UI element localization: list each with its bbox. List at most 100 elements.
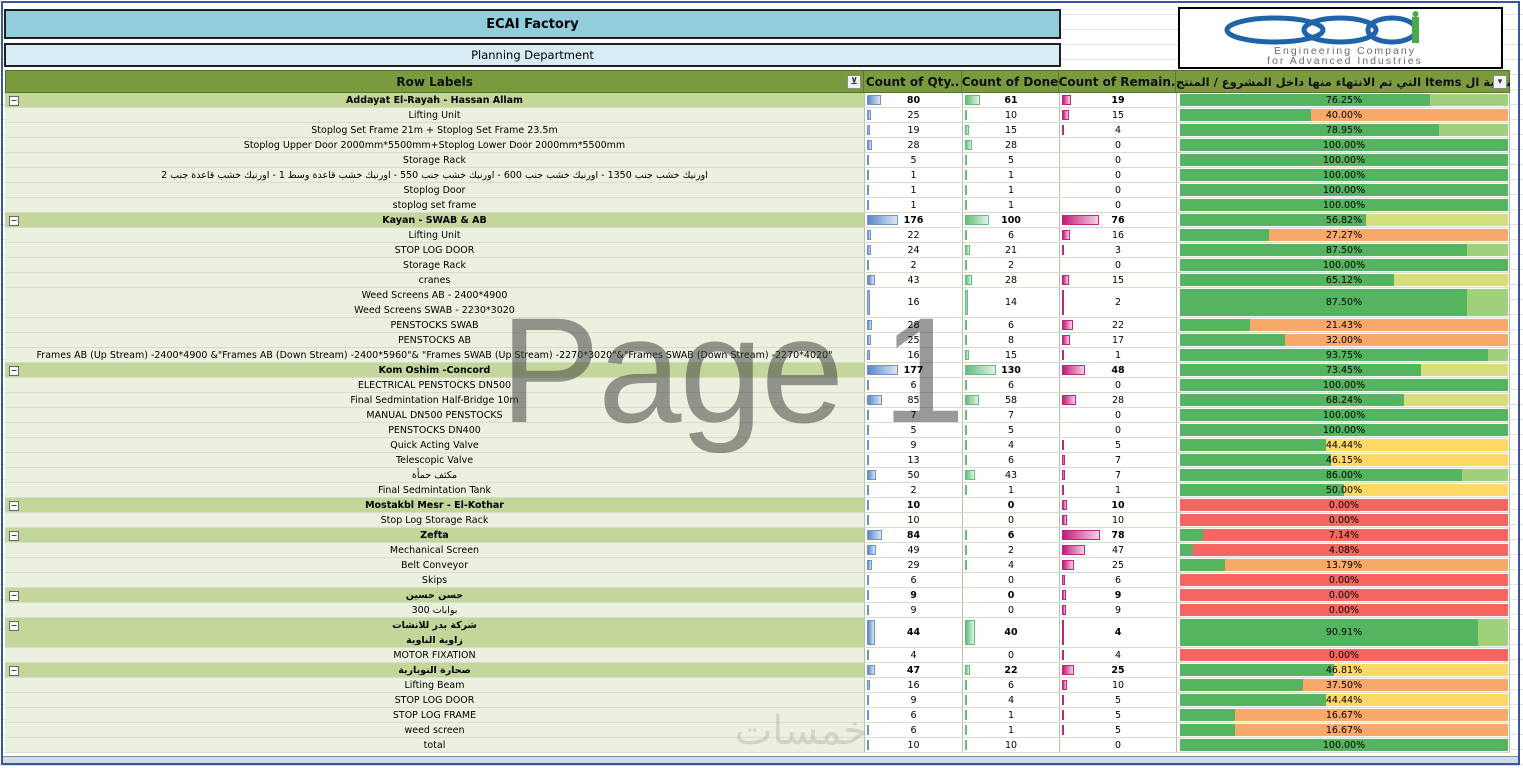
remain-cell[interactable]: 5 [1060, 723, 1177, 737]
done-cell[interactable]: 40 [963, 618, 1060, 647]
qty-cell[interactable]: 6 [865, 723, 963, 737]
qty-cell[interactable]: 2 [865, 483, 963, 497]
remain-cell[interactable]: 7 [1060, 468, 1177, 482]
done-cell[interactable]: 8 [963, 333, 1060, 347]
percent-cell[interactable]: 0.00% [1179, 498, 1510, 512]
percent-cell[interactable]: 86.00% [1179, 468, 1510, 482]
percent-cell[interactable]: 90.91% [1179, 618, 1510, 647]
remain-cell[interactable]: 5 [1060, 693, 1177, 707]
remain-cell[interactable]: 25 [1060, 663, 1177, 677]
table-row[interactable]: Storage Rack 2 2 0 100.00% [5, 258, 1510, 273]
percent-cell[interactable]: 50.00% [1179, 483, 1510, 497]
table-row[interactable]: Telescopic Valve 13 6 7 46.15% [5, 453, 1510, 468]
qty-cell[interactable]: 13 [865, 453, 963, 467]
row-label-cell[interactable]: Stoplog Door [5, 183, 865, 197]
done-cell[interactable]: 61 [963, 93, 1060, 107]
row-label-cell[interactable]: − شركة بدر للانشات زاوية الناوية [5, 618, 865, 647]
table-row[interactable]: weed screen 6 1 5 16.67% [5, 723, 1510, 738]
table-row[interactable]: ELECTRICAL PENSTOCKS DN500 6 6 0 100.00% [5, 378, 1510, 393]
percent-cell[interactable]: 100.00% [1179, 153, 1510, 167]
qty-cell[interactable]: 1 [865, 183, 963, 197]
done-cell[interactable]: 43 [963, 468, 1060, 482]
done-cell[interactable]: 6 [963, 678, 1060, 692]
percent-cell[interactable]: 44.44% [1179, 693, 1510, 707]
percent-cell[interactable]: 100.00% [1179, 258, 1510, 272]
qty-cell[interactable]: 7 [865, 408, 963, 422]
remain-cell[interactable]: 4 [1060, 648, 1177, 662]
group-row[interactable]: − Kom Oshim -Concord 177 130 48 73.45% [5, 363, 1510, 378]
collapse-icon[interactable]: − [9, 366, 19, 376]
qty-cell[interactable]: 10 [865, 738, 963, 752]
qty-cell[interactable]: 4 [865, 648, 963, 662]
done-cell[interactable]: 5 [963, 153, 1060, 167]
done-cell[interactable]: 6 [963, 318, 1060, 332]
qty-cell[interactable]: 9 [865, 603, 963, 617]
row-label-cell[interactable]: MANUAL DN500 PENSTOCKS [5, 408, 865, 422]
row-label-cell[interactable]: Belt Conveyor [5, 558, 865, 572]
qty-cell[interactable]: 50 [865, 468, 963, 482]
row-label-cell[interactable]: − Zefta [5, 528, 865, 542]
row-label-cell[interactable]: − Addayat El-Rayah - Hassan Allam [5, 93, 865, 107]
header-done[interactable]: Count of Done [962, 71, 1059, 92]
qty-cell[interactable]: 2 [865, 258, 963, 272]
done-cell[interactable]: 6 [963, 378, 1060, 392]
percent-cell[interactable]: 16.67% [1179, 723, 1510, 737]
percent-cell[interactable]: 40.00% [1179, 108, 1510, 122]
table-row[interactable]: Skips 6 0 6 0.00% [5, 573, 1510, 588]
done-cell[interactable]: 0 [963, 648, 1060, 662]
remain-cell[interactable]: 0 [1060, 378, 1177, 392]
qty-cell[interactable]: 10 [865, 498, 963, 512]
header-qty[interactable]: Count of Qty.. [864, 71, 962, 92]
remain-cell[interactable]: 48 [1060, 363, 1177, 377]
done-cell[interactable]: 1 [963, 723, 1060, 737]
percent-cell[interactable]: 73.45% [1179, 363, 1510, 377]
percent-cell[interactable]: 100.00% [1179, 408, 1510, 422]
group-row[interactable]: − صحارة النوبارية 47 22 25 46.81% [5, 663, 1510, 678]
percent-cell[interactable]: 0.00% [1179, 588, 1510, 602]
row-label-cell[interactable]: اورنيك خشب جنب 1350 - اورنيك خشب جنب 600… [5, 168, 865, 182]
group-row[interactable]: − Kayan - SWAB & AB 176 100 76 56.82% [5, 213, 1510, 228]
table-row[interactable]: Quick Acting Valve 9 4 5 44.44% [5, 438, 1510, 453]
table-row[interactable]: Lifting Unit 25 10 15 40.00% [5, 108, 1510, 123]
remain-cell[interactable]: 0 [1060, 738, 1177, 752]
row-label-cell[interactable]: Stop Log Storage Rack [5, 513, 865, 527]
collapse-icon[interactable]: − [9, 621, 19, 631]
row-label-cell[interactable]: Final Sedmintation Tank [5, 483, 865, 497]
percent-cell[interactable]: 44.44% [1179, 438, 1510, 452]
percent-cell[interactable]: 7.14% [1179, 528, 1510, 542]
row-label-cell[interactable]: STOP LOG FRAME [5, 708, 865, 722]
remain-cell[interactable]: 0 [1060, 198, 1177, 212]
remain-cell[interactable]: 4 [1060, 618, 1177, 647]
done-cell[interactable]: 14 [963, 288, 1060, 317]
table-row[interactable]: اورنيك خشب جنب 1350 - اورنيك خشب جنب 600… [5, 168, 1510, 183]
qty-cell[interactable]: 85 [865, 393, 963, 407]
qty-cell[interactable]: 1 [865, 168, 963, 182]
collapse-icon[interactable]: − [9, 531, 19, 541]
remain-cell[interactable]: 2 [1060, 288, 1177, 317]
row-label-cell[interactable]: STOP LOG DOOR [5, 693, 865, 707]
qty-cell[interactable]: 80 [865, 93, 963, 107]
remain-cell[interactable]: 17 [1060, 333, 1177, 347]
table-row[interactable]: MOTOR FIXATION 4 0 4 0.00% [5, 648, 1510, 663]
qty-cell[interactable]: 6 [865, 378, 963, 392]
remain-cell[interactable]: 10 [1060, 513, 1177, 527]
table-row[interactable]: total 10 10 0 100.00% [5, 738, 1510, 753]
qty-cell[interactable]: 25 [865, 333, 963, 347]
qty-cell[interactable]: 28 [865, 318, 963, 332]
done-cell[interactable]: 28 [963, 273, 1060, 287]
row-label-cell[interactable]: ELECTRICAL PENSTOCKS DN500 [5, 378, 865, 392]
done-cell[interactable]: 0 [963, 513, 1060, 527]
qty-cell[interactable]: 84 [865, 528, 963, 542]
done-cell[interactable]: 0 [963, 498, 1060, 512]
percent-cell[interactable]: 0.00% [1179, 573, 1510, 587]
row-label-cell[interactable]: PENSTOCKS SWAB [5, 318, 865, 332]
table-row[interactable]: cranes 43 28 15 65.12% [5, 273, 1510, 288]
done-cell[interactable]: 0 [963, 573, 1060, 587]
table-row[interactable]: STOP LOG DOOR 24 21 3 87.50% [5, 243, 1510, 258]
percent-cell[interactable]: 76.25% [1179, 93, 1510, 107]
remain-cell[interactable]: 28 [1060, 393, 1177, 407]
row-label-cell[interactable]: MOTOR FIXATION [5, 648, 865, 662]
done-cell[interactable]: 2 [963, 543, 1060, 557]
remain-cell[interactable]: 0 [1060, 168, 1177, 182]
remain-cell[interactable]: 25 [1060, 558, 1177, 572]
